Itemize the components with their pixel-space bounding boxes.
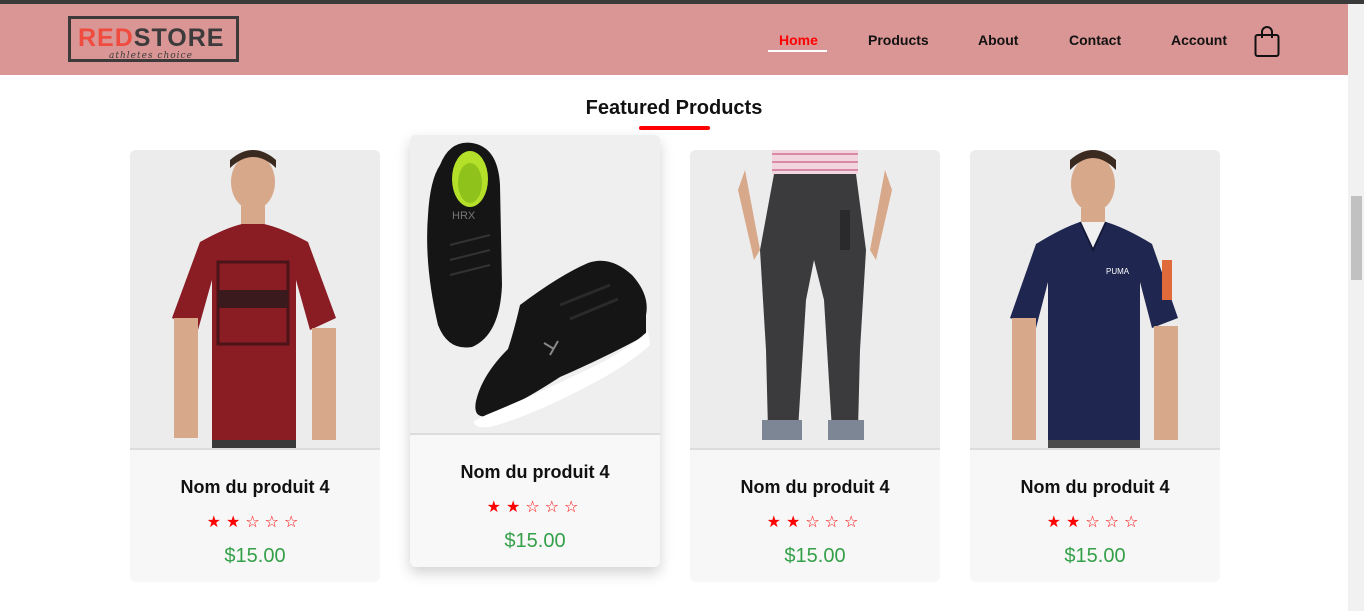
logo-word-red: RED — [78, 24, 134, 52]
star-filled-icon: ★ — [766, 514, 786, 531]
star-empty-icon: ☆ — [1104, 514, 1125, 531]
shopping-bag-icon[interactable] — [1254, 26, 1280, 58]
star-empty-icon: ☆ — [824, 514, 845, 531]
svg-text:HRX: HRX — [452, 210, 476, 222]
star-empty-icon: ☆ — [1124, 514, 1144, 531]
star-empty-icon: ☆ — [284, 514, 304, 531]
product-rating: ★★☆☆☆ — [410, 497, 660, 517]
product-card[interactable]: PUMA Nom du produit 4 ★★☆☆☆ $15.00 — [970, 150, 1220, 582]
title-underline — [639, 126, 710, 130]
section-title: Featured Products — [585, 97, 763, 119]
star-filled-icon: ★ — [486, 499, 506, 516]
nav-account[interactable]: Account — [1171, 32, 1227, 48]
star-filled-icon: ★ — [505, 499, 526, 516]
product-image-navy-polo[interactable]: PUMA — [970, 150, 1220, 450]
nav-home[interactable]: Home — [779, 32, 818, 48]
star-empty-icon: ☆ — [245, 514, 265, 531]
product-price: $15.00 — [784, 545, 846, 567]
vertical-scrollbar[interactable] — [1348, 4, 1364, 611]
product-name[interactable]: Nom du produit 4 — [410, 462, 660, 483]
product-rating: ★★☆☆☆ — [970, 512, 1220, 532]
star-filled-icon: ★ — [206, 514, 226, 531]
brand-logo[interactable]: REDSTORE athletes choice — [68, 16, 239, 62]
product-image-black-sneakers[interactable]: HRX — [410, 135, 660, 435]
nav-products[interactable]: Products — [868, 32, 929, 48]
product-card[interactable]: Nom du produit 4 ★★☆☆☆ $15.00 — [690, 150, 940, 582]
star-empty-icon: ☆ — [1085, 514, 1105, 531]
nav-contact[interactable]: Contact — [1069, 32, 1121, 48]
product-rating: ★★☆☆☆ — [130, 512, 380, 532]
svg-text:PUMA: PUMA — [1106, 267, 1130, 276]
product-name[interactable]: Nom du produit 4 — [690, 477, 940, 498]
product-price: $15.00 — [224, 545, 286, 567]
star-filled-icon: ★ — [785, 514, 806, 531]
product-image-red-tshirt[interactable] — [130, 150, 380, 450]
star-filled-icon: ★ — [1046, 514, 1066, 531]
product-price: $15.00 — [504, 530, 566, 552]
product-card[interactable]: Nom du produit 4 ★★☆☆☆ $15.00 — [130, 150, 380, 582]
product-name[interactable]: Nom du produit 4 — [970, 477, 1220, 498]
site-header: REDSTORE athletes choice Home Products A… — [0, 4, 1348, 75]
product-price: $15.00 — [1064, 545, 1126, 567]
logo-word-dark: STORE — [133, 24, 225, 52]
star-empty-icon: ☆ — [544, 499, 565, 516]
logo-wordmark: REDSTORE — [78, 24, 224, 52]
star-filled-icon: ★ — [225, 514, 246, 531]
star-empty-icon: ☆ — [564, 499, 584, 516]
scrollbar-thumb[interactable] — [1351, 196, 1362, 280]
star-empty-icon: ☆ — [525, 499, 545, 516]
active-nav-underline — [768, 50, 827, 52]
star-empty-icon: ☆ — [805, 514, 825, 531]
star-empty-icon: ☆ — [844, 514, 864, 531]
logo-tagline: athletes choice — [109, 51, 193, 61]
product-card[interactable]: HRX Nom du produit 4 ★★☆☆☆ $15.00 — [410, 135, 660, 567]
product-name[interactable]: Nom du produit 4 — [130, 477, 380, 498]
star-filled-icon: ★ — [1065, 514, 1086, 531]
nav-about[interactable]: About — [978, 32, 1018, 48]
star-empty-icon: ☆ — [264, 514, 285, 531]
product-rating: ★★☆☆☆ — [690, 512, 940, 532]
product-image-grey-joggers[interactable] — [690, 150, 940, 450]
